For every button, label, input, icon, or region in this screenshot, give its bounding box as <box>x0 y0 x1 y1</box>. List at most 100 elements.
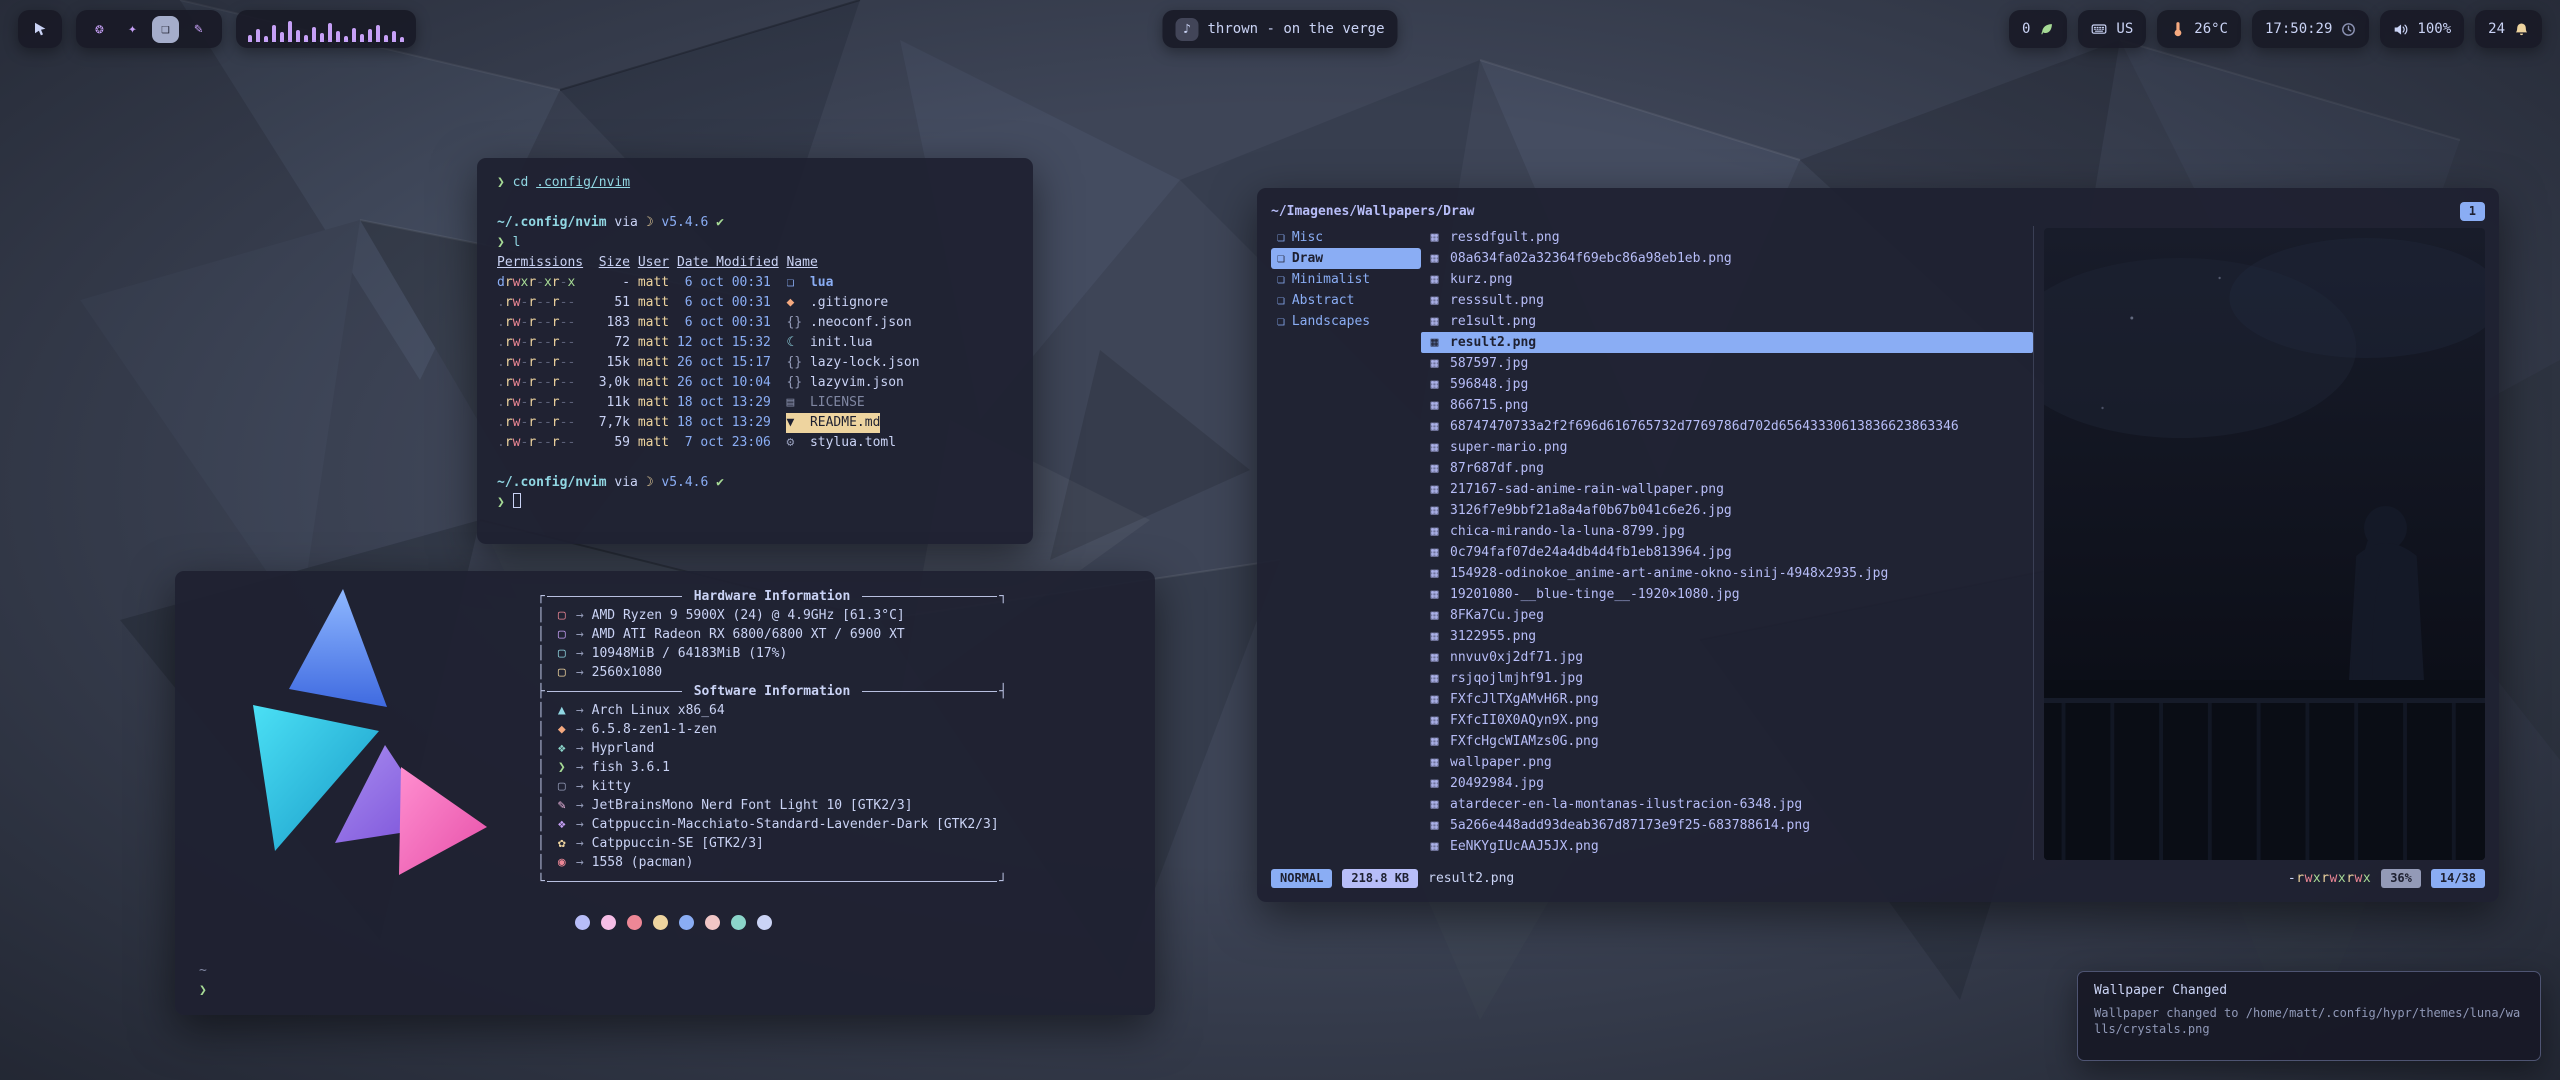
file-name: re1sult.png <box>1450 314 1536 329</box>
file-name: 866715.png <box>1450 398 1528 413</box>
topbar-center: ♪ thrown - on the verge <box>1162 10 1397 48</box>
file-row[interactable]: ▦20492984.jpg <box>1421 773 2033 794</box>
file-name: 68747470733a2f2f696d616765732d7769786d70… <box>1450 419 1959 434</box>
folder-icon: ❏ <box>1277 314 1285 329</box>
module-keyboard-layout[interactable]: US <box>2078 10 2146 48</box>
box-line <box>862 596 997 597</box>
mode-badge: NORMAL <box>1271 869 1332 888</box>
thermometer-icon <box>2170 22 2185 37</box>
file-row[interactable]: ▦0c794faf07de24a4db4d4fb1eb813964.jpg <box>1421 542 2033 563</box>
shell-prompt: ~ ❯ <box>199 961 207 1001</box>
module-notifications[interactable]: 24 <box>2475 10 2542 48</box>
box-edge: │ <box>537 739 545 758</box>
section-header: ┌Hardware Information┐ <box>537 587 1007 606</box>
box-edge: │ <box>537 834 545 853</box>
prompt-cwd: ~ <box>199 961 207 981</box>
image-file-icon: ▦ <box>1427 566 1442 581</box>
file-name: lazy-lock.json <box>810 353 920 373</box>
module-clock[interactable]: 17:50:29 <box>2252 10 2369 48</box>
file-row[interactable]: ▦atardecer-en-la-montanas-ilustracion-63… <box>1421 794 2033 815</box>
workspace-button-3[interactable]: ❏ <box>152 16 179 43</box>
workspace-button-4[interactable]: ✎ <box>185 16 212 43</box>
moon-icon: ☽ <box>646 475 654 490</box>
display-icon: ▢ <box>554 663 570 682</box>
prompt-char: ❯ <box>497 495 505 510</box>
file-row[interactable]: ▦87r687df.png <box>1421 458 2033 479</box>
file-row[interactable]: ▦rsjqojlmjhf91.jpg <box>1421 668 2033 689</box>
listing-row: .rw-r--r--183matt 6 oct 00:31{}.neoconf.… <box>497 313 1013 333</box>
module-temperature[interactable]: 26°C <box>2157 10 2241 48</box>
file-row[interactable]: ▦re1sult.png <box>1421 311 2033 332</box>
workspace-button-1[interactable]: ❂ <box>86 16 113 43</box>
lua-version: v5.4.6 <box>661 215 708 230</box>
sidebar-folder-draw[interactable]: ❏Draw <box>1271 248 1421 269</box>
image-preview-pane <box>2033 226 2485 860</box>
arch-icon: ▲ <box>554 701 570 720</box>
file-row[interactable]: ▦nnvuv0xj2df71.jpg <box>1421 647 2033 668</box>
file-size: 7,7k <box>591 413 630 433</box>
module-label: 100% <box>2417 21 2451 37</box>
info-line: │▢→AMD ATI Radeon RX 6800/6800 XT / 6900… <box>537 625 1007 644</box>
file-row[interactable]: ▦FXfcJlTXgAMvH6R.png <box>1421 689 2033 710</box>
file-row[interactable]: ▦587597.jpg <box>1421 353 2033 374</box>
file-row[interactable]: ▦8FKa7Cu.jpeg <box>1421 605 2033 626</box>
visualizer-bar <box>248 35 252 42</box>
file-row[interactable]: ▦3126f7e9bbf21a8a4af0b67b041c6e26.jpg <box>1421 500 2033 521</box>
audio-visualizer[interactable] <box>236 10 416 48</box>
image-file-icon: ▦ <box>1427 671 1442 686</box>
file-name: ressdfgult.png <box>1450 230 1560 245</box>
license-icon: ▤ <box>786 393 809 413</box>
file-row[interactable]: ▦08a634fa02a32364f69ebc86a98eb1eb.png <box>1421 248 2033 269</box>
file-row[interactable]: ▦kurz.png <box>1421 269 2033 290</box>
file-row[interactable]: ▦wallpaper.png <box>1421 752 2033 773</box>
file-row[interactable]: ▦resssult.png <box>1421 290 2033 311</box>
permissions: .rw-r--r-- <box>497 313 583 333</box>
folder-label: Misc <box>1292 230 1323 245</box>
box-edge: │ <box>537 663 545 682</box>
file-row[interactable]: ▦154928-odinokoe_anime-art-anime-okno-si… <box>1421 563 2033 584</box>
module-label: US <box>2116 21 2133 37</box>
workspace-button-2[interactable]: ✦ <box>119 16 146 43</box>
sidebar-folder-abstract[interactable]: ❏Abstract <box>1271 290 1421 311</box>
listing-row: drwxr-xr-x-matt 6 oct 00:31❏lua <box>497 273 1013 293</box>
file-row[interactable]: ▦FXfcHgcWIAMzs0G.png <box>1421 731 2033 752</box>
file-name: 08a634fa02a32364f69ebc86a98eb1eb.png <box>1450 251 1732 266</box>
visualizer-bar <box>344 36 348 42</box>
file-row[interactable]: ▦FXfcII0X0AQyn9X.png <box>1421 710 2033 731</box>
file-name: lua <box>810 273 833 293</box>
file-size: 3,0k <box>591 373 630 393</box>
arrow-icon: → <box>576 777 584 796</box>
file-row[interactable]: ▦19201080-__blue-tinge__-1920×1080.jpg <box>1421 584 2033 605</box>
file-row[interactable]: ▦ result2.png <box>1421 332 2033 353</box>
sidebar-folder-misc[interactable]: ❏Misc <box>1271 227 1421 248</box>
file-row[interactable]: ▦217167-sad-anime-rain-wallpaper.png <box>1421 479 2033 500</box>
file-row[interactable]: ▦3122955.png <box>1421 626 2033 647</box>
file-row[interactable]: ▦super-mario.png <box>1421 437 2033 458</box>
file-row[interactable]: ▦chica-mirando-la-luna-8799.jpg <box>1421 521 2033 542</box>
sidebar-folder-landscapes[interactable]: ❏Landscapes <box>1271 311 1421 332</box>
file-owner: matt <box>638 293 669 313</box>
file-name: FXfcJlTXgAMvH6R.png <box>1450 692 1599 707</box>
sidebar-folder-minimalist[interactable]: ❏Minimalist <box>1271 269 1421 290</box>
file-owner: matt <box>638 353 669 373</box>
media-player-module[interactable]: ♪ thrown - on the verge <box>1162 10 1397 48</box>
info-line: │▢→AMD Ryzen 9 5900X (24) @ 4.9GHz [61.3… <box>537 606 1007 625</box>
file-owner: matt <box>638 413 669 433</box>
image-file-icon: ▦ <box>1427 440 1442 455</box>
notification-popup[interactable]: Wallpaper Changed Wallpaper changed to /… <box>2077 971 2541 1061</box>
wm-icon: ❖ <box>554 739 570 758</box>
file-row[interactable]: ▦68747470733a2f2f696d616765732d7769786d7… <box>1421 416 2033 437</box>
folder-icon: ❏ <box>786 273 809 293</box>
command-l: l <box>513 235 521 250</box>
module-volume[interactable]: 100% <box>2380 10 2464 48</box>
file-name: result2.png <box>1450 335 1536 350</box>
file-row[interactable]: ▦5a266e448add93deab367d87173e9f25-683788… <box>1421 815 2033 836</box>
launcher-button[interactable] <box>18 10 62 48</box>
file-row[interactable]: ▦EeNKYgIUcAAJ5JX.png <box>1421 836 2033 857</box>
image-file-icon: ▦ <box>1427 335 1442 350</box>
file-row[interactable]: ▦866715.png <box>1421 395 2033 416</box>
file-row[interactable]: ▦ressdfgult.png <box>1421 227 2033 248</box>
module-updates[interactable]: 0 <box>2009 10 2067 48</box>
file-row[interactable]: ▦596848.jpg <box>1421 374 2033 395</box>
file-owner: matt <box>638 313 669 333</box>
